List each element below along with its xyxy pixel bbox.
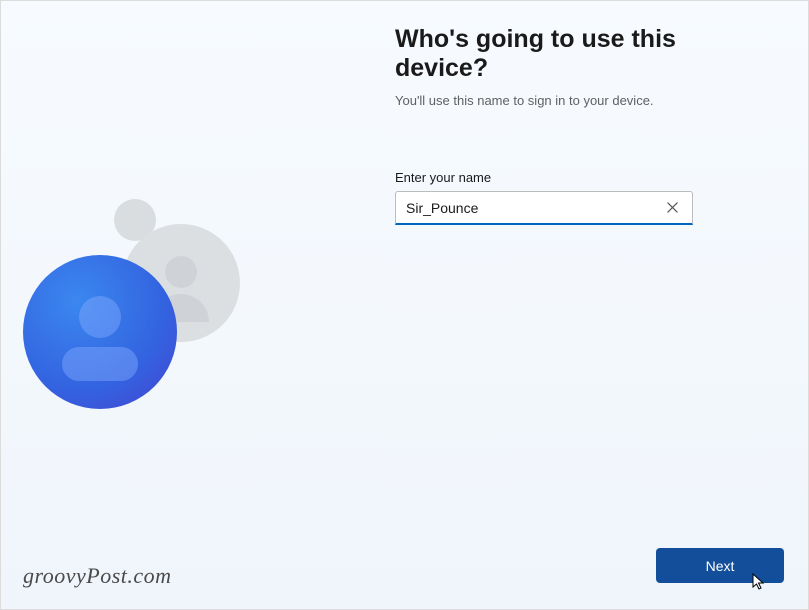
watermark: groovyPost.com — [23, 563, 172, 589]
name-input-container[interactable] — [395, 191, 693, 225]
user-illustration — [9, 189, 289, 489]
close-icon — [667, 202, 678, 213]
person-icon — [62, 347, 138, 381]
clear-input-button[interactable] — [660, 196, 684, 220]
page-subtitle: You'll use this name to sign in to your … — [395, 93, 775, 108]
person-icon — [79, 296, 121, 338]
page-title: Who's going to use this device? — [395, 25, 775, 83]
name-field-label: Enter your name — [395, 170, 775, 185]
next-button[interactable]: Next — [656, 548, 784, 583]
decorative-circle-large — [23, 255, 177, 409]
name-input[interactable] — [406, 192, 660, 223]
person-icon — [165, 256, 197, 288]
